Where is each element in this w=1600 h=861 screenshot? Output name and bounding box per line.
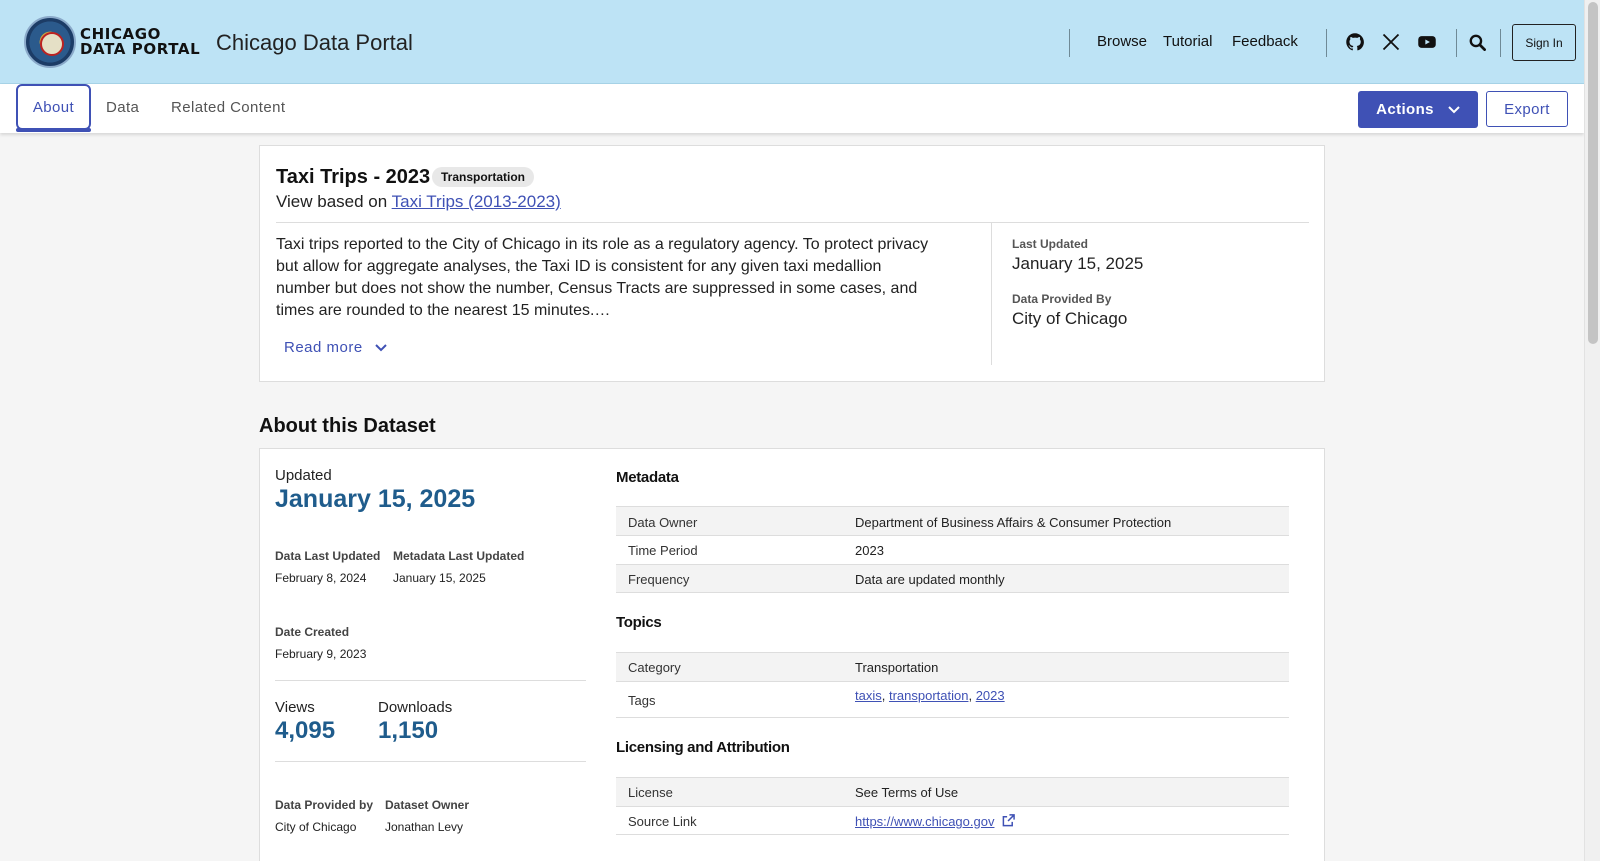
nav-tutorial[interactable]: Tutorial <box>1163 33 1212 50</box>
source-link[interactable]: https://www.chicago.gov <box>855 814 994 829</box>
licensing-heading: Licensing and Attribution <box>616 739 790 756</box>
divider <box>275 680 586 681</box>
licensing-row: Source Link https://www.chicago.gov <box>616 806 1289 835</box>
last-updated-label: Last Updated <box>1012 237 1089 251</box>
read-more-button[interactable]: Read more <box>284 339 387 356</box>
source-link-value: https://www.chicago.gov <box>855 814 1015 829</box>
views-label: Views <box>275 699 315 716</box>
dataset-summary-card: Taxi Trips - 2023 Transportation View ba… <box>259 145 1325 382</box>
portal-logo-text[interactable]: CHICAGO DATA PORTAL <box>80 27 200 57</box>
site-header: CHICAGO DATA PORTAL Chicago Data Portal … <box>0 0 1584 84</box>
chevron-down-icon <box>1448 105 1460 113</box>
based-on-text: View based on Taxi Trips (2013-2023) <box>276 192 561 212</box>
about-section-heading: About this Dataset <box>259 415 436 437</box>
x-twitter-icon[interactable] <box>1381 32 1401 52</box>
nav-divider <box>1500 29 1501 57</box>
tab-bar: About Data Related Content <box>0 84 1584 133</box>
search-icon[interactable] <box>1468 33 1487 52</box>
metadata-value: Department of Business Affairs & Consume… <box>855 515 1172 530</box>
downloads-count: 1,150 <box>378 717 439 744</box>
license-key: License <box>628 785 673 800</box>
tag-link[interactable]: taxis <box>855 688 882 703</box>
metadata-last-updated-label: Metadata Last Updated <box>393 549 525 563</box>
metadata-key: Data Owner <box>628 515 698 530</box>
divider <box>275 761 586 762</box>
tag-link[interactable]: 2023 <box>976 688 1005 703</box>
active-tab-indicator <box>16 128 91 132</box>
last-updated-value: January 15, 2025 <box>1012 254 1144 273</box>
data-provided-by-label: Data Provided by <box>275 798 374 812</box>
nav-feedback[interactable]: Feedback <box>1232 33 1298 50</box>
date-created-label: Date Created <box>275 625 350 639</box>
sign-in-button[interactable]: Sign In <box>1512 24 1576 61</box>
tags-list: taxis, transportation, 2023 <box>855 688 1005 703</box>
metadata-value: 2023 <box>855 543 884 558</box>
tab-about[interactable]: About <box>16 84 91 130</box>
provided-by-value: City of Chicago <box>1012 309 1128 328</box>
dataset-title: Taxi Trips - 2023 <box>276 166 431 188</box>
nav-browse[interactable]: Browse <box>1097 33 1147 50</box>
actions-button[interactable]: Actions <box>1358 91 1478 128</box>
scrollbar-thumb[interactable] <box>1588 2 1598 344</box>
metadata-key: Frequency <box>628 572 690 587</box>
topics-heading: Topics <box>616 614 662 631</box>
category-key: Category <box>628 660 681 675</box>
topics-row: Tags taxis, transportation, 2023 <box>616 681 1289 718</box>
updated-label: Updated <box>275 467 332 484</box>
export-button[interactable]: Export <box>1486 91 1568 127</box>
downloads-label: Downloads <box>378 699 453 716</box>
tab-data[interactable]: Data <box>106 84 139 130</box>
tags-key: Tags <box>628 693 656 708</box>
divider <box>276 222 1309 223</box>
dataset-description: Taxi trips reported to the City of Chica… <box>276 236 929 319</box>
data-last-updated-value: February 8, 2024 <box>275 571 367 585</box>
metadata-row: Data Owner Department of Business Affair… <box>616 506 1289 535</box>
logo-line-2: DATA PORTAL <box>80 40 201 58</box>
metadata-row: Time Period 2023 <box>616 535 1289 564</box>
chevron-down-icon <box>374 343 387 351</box>
divider <box>991 223 992 365</box>
nav-divider <box>1456 29 1457 57</box>
provided-by-label: Data Provided By <box>1012 292 1112 306</box>
metadata-value: Data are updated monthly <box>855 572 1005 587</box>
actions-label: Actions <box>1376 101 1434 118</box>
date-created-value: February 9, 2023 <box>275 647 367 661</box>
views-count: 4,095 <box>275 717 336 744</box>
category-value: Transportation <box>855 660 939 675</box>
topics-row: Category Transportation <box>616 652 1289 681</box>
about-dataset-card: Updated January 15, 2025 Data Last Updat… <box>259 448 1325 861</box>
updated-date: January 15, 2025 <box>275 485 476 513</box>
parent-dataset-link[interactable]: Taxi Trips (2013-2023) <box>392 192 561 211</box>
tag-link[interactable]: transportation <box>889 688 969 703</box>
site-title[interactable]: Chicago Data Portal <box>216 30 413 56</box>
dataset-owner-value: Jonathan Levy <box>385 820 464 834</box>
page-scrollbar[interactable] <box>1584 0 1600 861</box>
external-link-icon[interactable] <box>1002 814 1015 827</box>
tab-related-content[interactable]: Related Content <box>171 84 285 130</box>
data-last-updated-label: Data Last Updated <box>275 549 381 563</box>
nav-divider <box>1069 29 1070 57</box>
metadata-key: Time Period <box>628 543 698 558</box>
read-more-label: Read more <box>284 339 363 356</box>
category-badge: Transportation <box>432 167 535 187</box>
data-provided-by-value: City of Chicago <box>275 820 357 834</box>
source-link-key: Source Link <box>628 814 697 829</box>
youtube-icon[interactable] <box>1417 32 1437 52</box>
licensing-row: License See Terms of Use <box>616 777 1289 806</box>
metadata-heading: Metadata <box>616 469 679 486</box>
dataset-owner-label: Dataset Owner <box>385 798 470 812</box>
metadata-last-updated-value: January 15, 2025 <box>393 571 486 585</box>
license-value: See Terms of Use <box>855 785 959 800</box>
based-on-prefix: View based on <box>276 192 392 211</box>
github-icon[interactable] <box>1345 32 1365 52</box>
nav-divider <box>1326 29 1327 57</box>
city-seal-logo[interactable] <box>24 16 76 68</box>
metadata-row: Frequency Data are updated monthly <box>616 564 1289 593</box>
